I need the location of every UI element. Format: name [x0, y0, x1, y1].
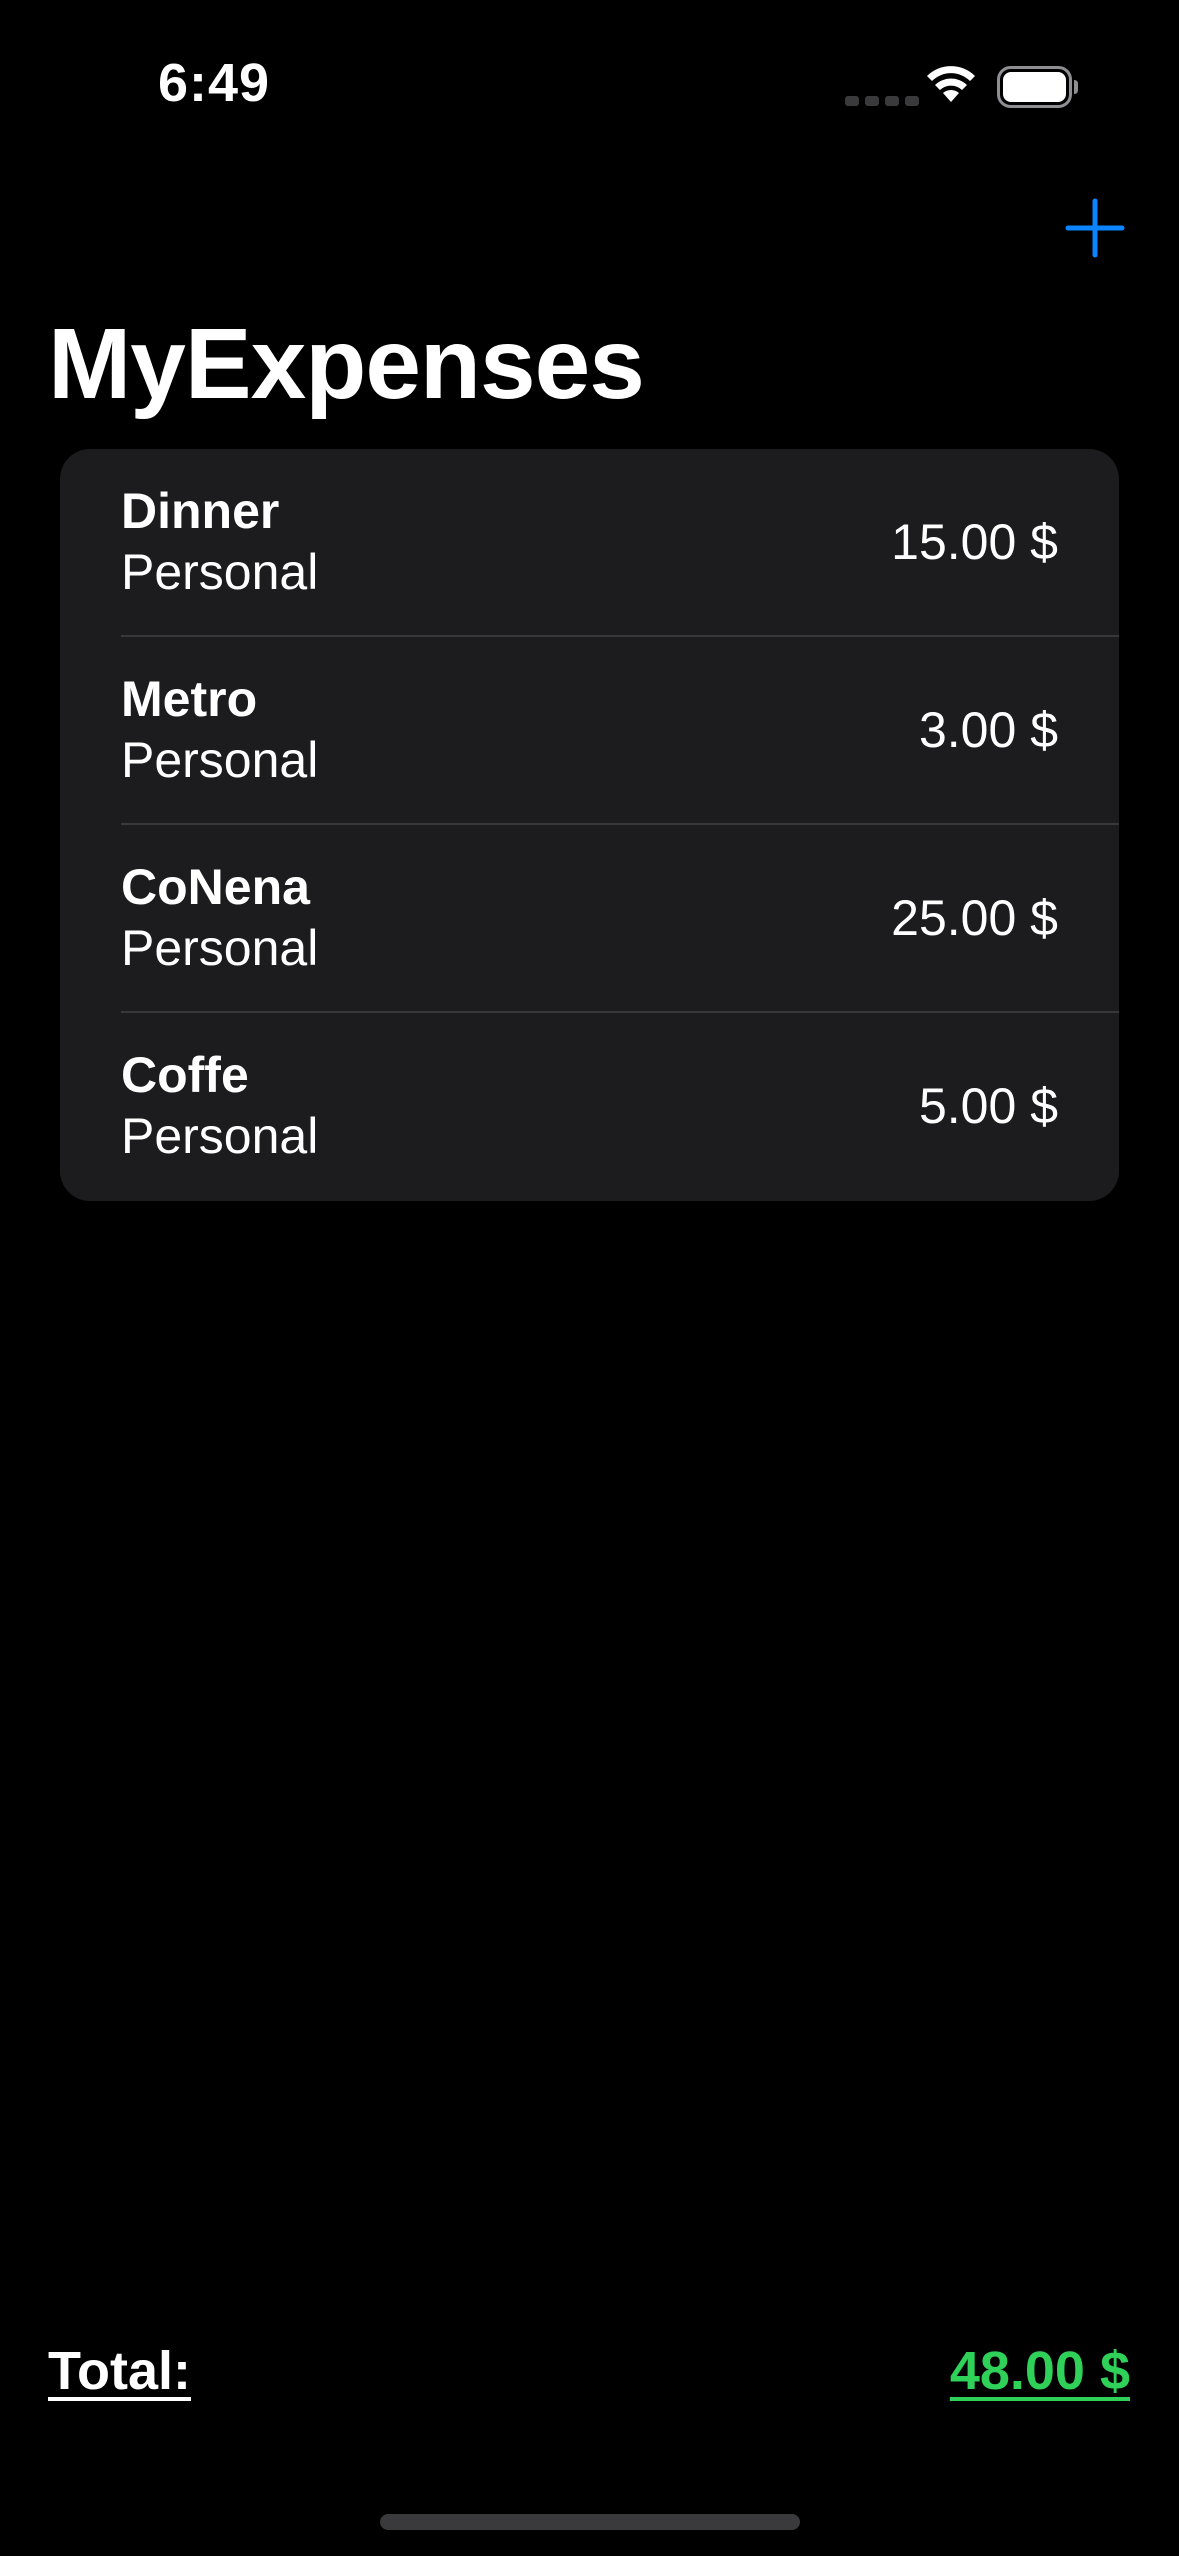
status-time: 6:49	[158, 53, 271, 113]
expense-amount: 3.00 $	[918, 702, 1058, 758]
total-value: 48.00 $	[949, 2341, 1130, 2401]
add-button[interactable]	[1065, 198, 1125, 258]
expense-category: Personal	[121, 920, 319, 976]
page-title: MyExpenses	[48, 308, 645, 420]
status-bar: 6:49	[0, 0, 1179, 170]
expense-row[interactable]: Coffe Personal 5.00 $	[60, 1013, 1119, 1201]
home-indicator[interactable]	[380, 2514, 800, 2530]
battery-icon	[997, 66, 1078, 108]
expense-name: Metro	[121, 671, 258, 727]
expense-category: Personal	[121, 732, 319, 788]
expense-list: Dinner Personal 15.00 $ Metro Personal 3…	[60, 449, 1119, 1201]
expense-row[interactable]: Dinner Personal 15.00 $	[60, 449, 1119, 637]
expense-amount: 25.00 $	[891, 890, 1058, 946]
cellular-signal-icon	[845, 96, 919, 106]
expense-row[interactable]: CoNena Personal 25.00 $	[60, 825, 1119, 1013]
plus-icon	[1065, 198, 1125, 258]
expense-amount: 15.00 $	[891, 514, 1058, 570]
expense-name: Coffe	[121, 1047, 249, 1103]
expense-category: Personal	[121, 1108, 319, 1164]
expense-row[interactable]: Metro Personal 3.00 $	[60, 637, 1119, 825]
wifi-icon	[927, 66, 975, 102]
expense-name: Dinner	[121, 483, 280, 539]
expense-category: Personal	[121, 544, 319, 600]
expense-name: CoNena	[121, 859, 310, 915]
total-label: Total:	[48, 2341, 191, 2401]
expense-amount: 5.00 $	[918, 1078, 1058, 1134]
